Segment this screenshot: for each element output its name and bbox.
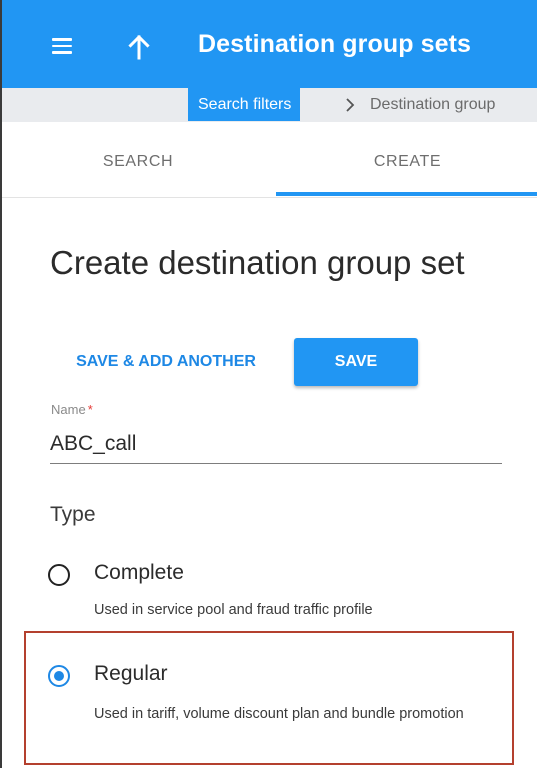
type-label: Type — [50, 503, 96, 526]
top-app-bar: Destination group sets — [2, 0, 537, 88]
form-title: Create destination group set — [50, 244, 465, 281]
radio-unchecked-icon[interactable] — [48, 564, 70, 586]
hamburger-menu-icon[interactable] — [52, 38, 72, 54]
radio-label-regular: Regular — [94, 662, 168, 685]
tab-search[interactable]: SEARCH — [2, 126, 274, 198]
radio-option-regular[interactable]: Regular Used in tariff, volume discount … — [48, 662, 508, 765]
arrow-up-icon[interactable] — [128, 34, 150, 60]
radio-description-complete: Used in service pool and fraud traffic p… — [94, 602, 373, 618]
tab-create[interactable]: CREATE — [276, 126, 537, 198]
breadcrumb: Search filters Destination group — [2, 88, 537, 122]
active-tab-indicator — [276, 192, 537, 196]
radio-checked-icon[interactable] — [48, 665, 70, 687]
breadcrumb-search-filters[interactable]: Search filters — [188, 88, 301, 121]
page-title: Destination group sets — [198, 30, 472, 58]
chevron-right-icon — [346, 98, 355, 112]
breadcrumb-current: Destination group — [370, 96, 496, 113]
save-button[interactable]: SAVE — [294, 338, 418, 386]
name-label-text: Name — [51, 402, 86, 417]
required-asterisk: * — [87, 402, 93, 417]
tab-bar: SEARCH CREATE — [2, 126, 537, 198]
radio-description-regular: Used in tariff, volume discount plan and… — [94, 706, 464, 722]
radio-label-complete: Complete — [94, 561, 184, 584]
app-window: Destination group sets Search filters De… — [0, 0, 537, 768]
save-and-add-another-button[interactable]: SAVE & ADD ANOTHER — [50, 338, 282, 386]
radio-option-complete[interactable]: Complete Used in service pool and fraud … — [48, 561, 508, 624]
name-field-label: Name * — [51, 402, 93, 417]
name-input[interactable] — [50, 424, 502, 464]
